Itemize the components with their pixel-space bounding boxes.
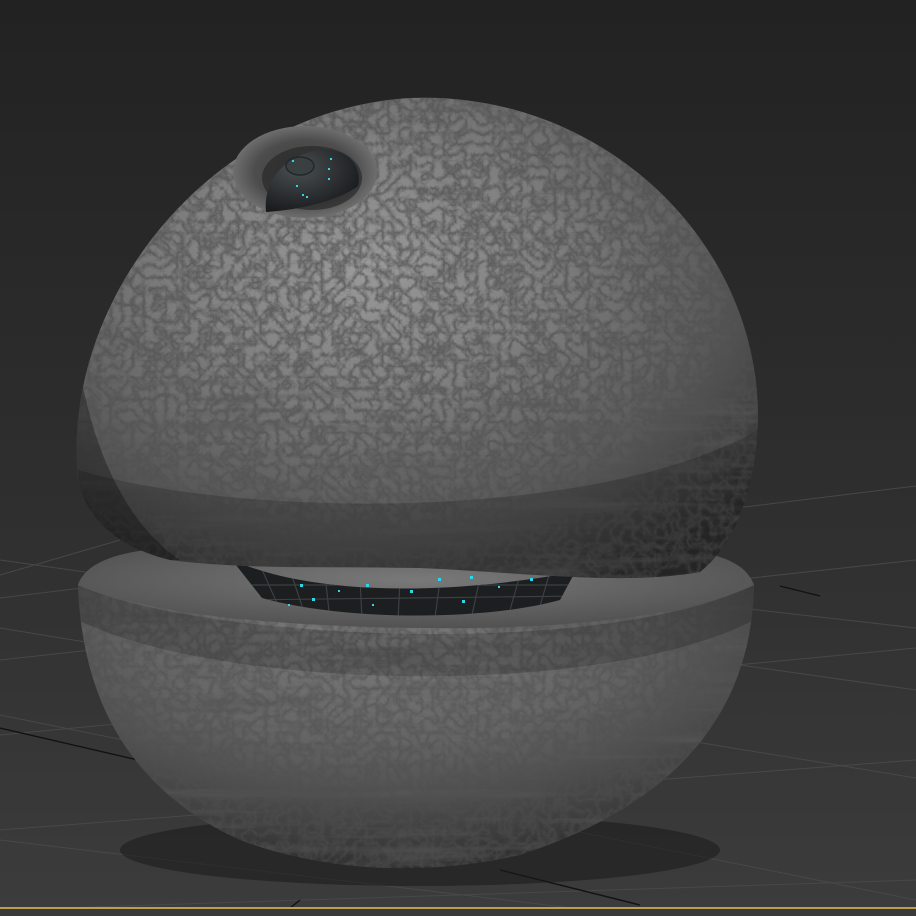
viewport-active-border	[0, 907, 916, 916]
viewport-canvas	[0, 0, 916, 916]
3d-viewport[interactable]	[0, 0, 916, 916]
